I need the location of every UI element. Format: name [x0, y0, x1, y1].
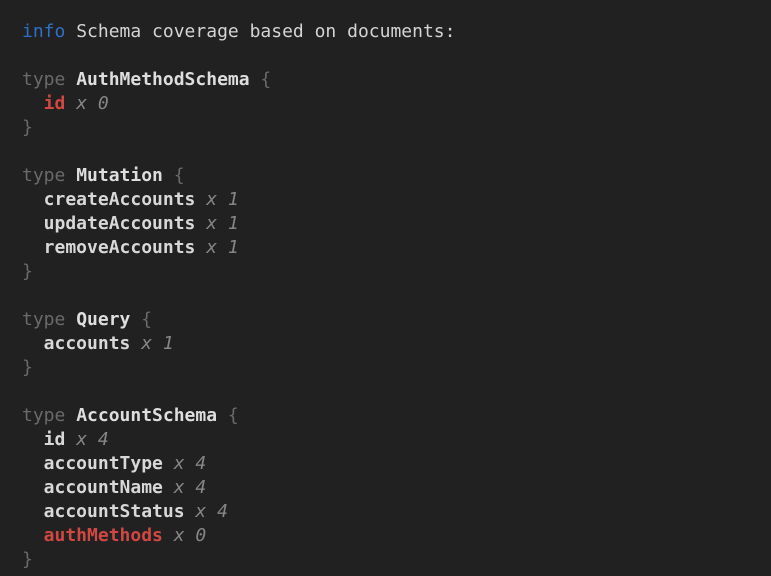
type-block-authmethodschema: type AuthMethodSchema { id x 0 } [22, 68, 755, 140]
field-coverage-count: x 4 [195, 500, 228, 524]
close-brace: } [22, 356, 33, 380]
field-name: accountStatus [44, 500, 185, 524]
field-line: accountStatus x 4 [22, 500, 755, 524]
field-name: id [44, 428, 66, 452]
field-line: removeAccounts x 1 [22, 236, 755, 260]
coverage-header-message: Schema coverage based on documents: [76, 20, 455, 44]
type-keyword: type [22, 68, 65, 92]
field-line: id x 4 [22, 428, 755, 452]
type-open-line: type AuthMethodSchema { [22, 68, 755, 92]
field-line: updateAccounts x 1 [22, 212, 755, 236]
close-brace: } [22, 260, 33, 284]
type-close-line: } [22, 548, 755, 572]
blank-line [22, 284, 755, 308]
open-brace: { [260, 68, 271, 92]
type-open-line: type Query { [22, 308, 755, 332]
type-close-line: } [22, 356, 755, 380]
field-name-uncovered: authMethods [44, 524, 163, 548]
field-name: accountName [44, 476, 163, 500]
field-line: authMethods x 0 [22, 524, 755, 548]
type-block-query: type Query { accounts x 1 } [22, 308, 755, 380]
log-level-info-tag: info [22, 20, 65, 44]
field-name: updateAccounts [44, 212, 196, 236]
type-block-accountschema: type AccountSchema { id x 4 accountType … [22, 404, 755, 572]
type-name: AuthMethodSchema [76, 68, 249, 92]
type-name: Mutation [76, 164, 163, 188]
field-coverage-count: x 1 [206, 188, 239, 212]
blank-line [22, 140, 755, 164]
type-keyword: type [22, 404, 65, 428]
field-name: removeAccounts [44, 236, 196, 260]
field-coverage-count: x 1 [206, 236, 239, 260]
field-name: accountType [44, 452, 163, 476]
close-brace: } [22, 548, 33, 572]
field-line: createAccounts x 1 [22, 188, 755, 212]
type-close-line: } [22, 260, 755, 284]
field-coverage-count: x 0 [76, 92, 109, 116]
open-brace: { [174, 164, 185, 188]
close-brace: } [22, 116, 33, 140]
type-open-line: type AccountSchema { [22, 404, 755, 428]
field-coverage-count: x 1 [141, 332, 174, 356]
field-coverage-count: x 4 [76, 428, 109, 452]
field-name: createAccounts [44, 188, 196, 212]
type-keyword: type [22, 308, 65, 332]
field-coverage-count: x 4 [174, 452, 207, 476]
type-name: AccountSchema [76, 404, 217, 428]
field-line: accountType x 4 [22, 452, 755, 476]
field-line: accountName x 4 [22, 476, 755, 500]
type-open-line: type Mutation { [22, 164, 755, 188]
open-brace: { [141, 308, 152, 332]
type-close-line: } [22, 116, 755, 140]
field-line: id x 0 [22, 92, 755, 116]
field-name-uncovered: id [44, 92, 66, 116]
terminal-output: info Schema coverage based on documents:… [0, 0, 771, 576]
field-coverage-count: x 0 [174, 524, 207, 548]
field-name: accounts [44, 332, 131, 356]
blank-line [22, 44, 755, 68]
type-keyword: type [22, 164, 65, 188]
blank-line [22, 380, 755, 404]
type-block-mutation: type Mutation { createAccounts x 1 updat… [22, 164, 755, 284]
field-coverage-count: x 4 [174, 476, 207, 500]
type-name: Query [76, 308, 130, 332]
open-brace: { [228, 404, 239, 428]
coverage-header-line: info Schema coverage based on documents: [22, 20, 755, 44]
field-coverage-count: x 1 [206, 212, 239, 236]
field-line: accounts x 1 [22, 332, 755, 356]
